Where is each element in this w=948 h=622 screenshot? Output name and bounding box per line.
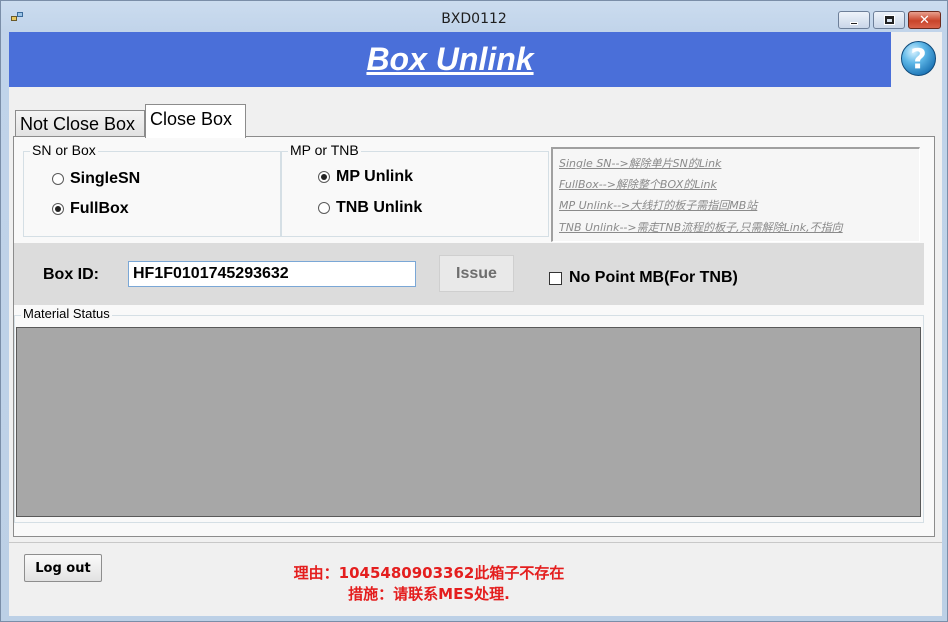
radio-mp-unlink-indicator[interactable] bbox=[318, 171, 330, 183]
radio-singlesn-indicator[interactable] bbox=[52, 173, 64, 185]
notes-box: Single SN-->解除单片SN的Link FullBox-->解除整个BO… bbox=[551, 147, 920, 242]
note-single-sn: Single SN-->解除单片SN的Link bbox=[559, 157, 722, 170]
minimize-button[interactable] bbox=[838, 11, 870, 29]
mp-or-tnb-group: MP or TNB MP Unlink TNB Unlink bbox=[281, 142, 549, 237]
radio-mp-unlink-label: MP Unlink bbox=[336, 168, 414, 185]
mp-or-tnb-title: MP or TNB bbox=[288, 142, 361, 158]
radio-tnb-unlink-label: TNB Unlink bbox=[336, 199, 423, 216]
error-reason: 理由：1045480903362此箱子不存在 bbox=[293, 564, 565, 582]
help-area: ? bbox=[891, 32, 942, 87]
note-tnb-unlink: TNB Unlink-->需走TNB流程的板子,只需解除Link,不指向 bbox=[559, 221, 843, 234]
help-icon[interactable]: ? bbox=[901, 41, 936, 76]
box-id-label: Box ID: bbox=[43, 266, 99, 283]
close-icon: ✕ bbox=[919, 12, 930, 28]
radio-fullbox-indicator[interactable] bbox=[52, 203, 64, 215]
radio-tnb-unlink-indicator[interactable] bbox=[318, 202, 330, 214]
no-point-mb-checkbox-indicator[interactable] bbox=[549, 271, 562, 285]
minimize-icon bbox=[850, 21, 858, 25]
footer-divider bbox=[9, 542, 942, 543]
logout-button[interactable]: Log out bbox=[24, 554, 102, 582]
title-bar[interactable]: BXD0112 ✕ bbox=[1, 1, 947, 32]
tab-panel-close-box: SN or Box SingleSN FullBox MP or TNB MP … bbox=[13, 136, 935, 537]
window-title: BXD0112 bbox=[441, 11, 507, 27]
no-point-mb-label: No Point MB(For TNB) bbox=[569, 269, 738, 286]
maximize-button[interactable] bbox=[873, 11, 905, 29]
close-button[interactable]: ✕ bbox=[908, 11, 941, 29]
note-fullbox: FullBox-->解除整个BOX的Link bbox=[559, 178, 717, 191]
tab-not-close-box[interactable]: Not Close Box bbox=[15, 110, 145, 136]
radio-tnb-unlink[interactable]: TNB Unlink bbox=[318, 199, 422, 217]
radio-singlesn-label: SingleSN bbox=[70, 170, 141, 187]
radio-singlesn[interactable]: SingleSN bbox=[52, 170, 140, 188]
header-banner: Box Unlink bbox=[9, 32, 891, 87]
sn-or-box-title: SN or Box bbox=[30, 142, 98, 158]
error-action: 措施：请联系MES处理. bbox=[348, 585, 510, 603]
material-status-area[interactable] bbox=[16, 327, 921, 517]
box-id-input[interactable] bbox=[128, 261, 416, 287]
issue-button[interactable]: Issue bbox=[439, 255, 514, 292]
page-title: Box Unlink bbox=[366, 41, 534, 77]
no-point-mb-checkbox[interactable]: No Point MB(For TNB) bbox=[549, 269, 738, 287]
radio-fullbox-label: FullBox bbox=[70, 200, 129, 217]
sn-or-box-group: SN or Box SingleSN FullBox bbox=[23, 142, 281, 237]
app-window: BXD0112 ✕ Box Unlink ? Not Close Box Clo… bbox=[0, 0, 948, 622]
note-mp-unlink: MP Unlink-->大线打的板子需指回MB站 bbox=[559, 199, 758, 212]
radio-mp-unlink[interactable]: MP Unlink bbox=[318, 168, 413, 186]
material-status-title: Material Status bbox=[21, 306, 112, 321]
radio-fullbox[interactable]: FullBox bbox=[52, 200, 129, 218]
box-id-bar: Box ID: Issue No Point MB(For TNB) bbox=[14, 243, 924, 305]
client-area: Box Unlink ? Not Close Box Close Box SN … bbox=[9, 32, 942, 616]
tab-close-box[interactable]: Close Box bbox=[145, 104, 246, 138]
maximize-icon bbox=[883, 15, 895, 25]
